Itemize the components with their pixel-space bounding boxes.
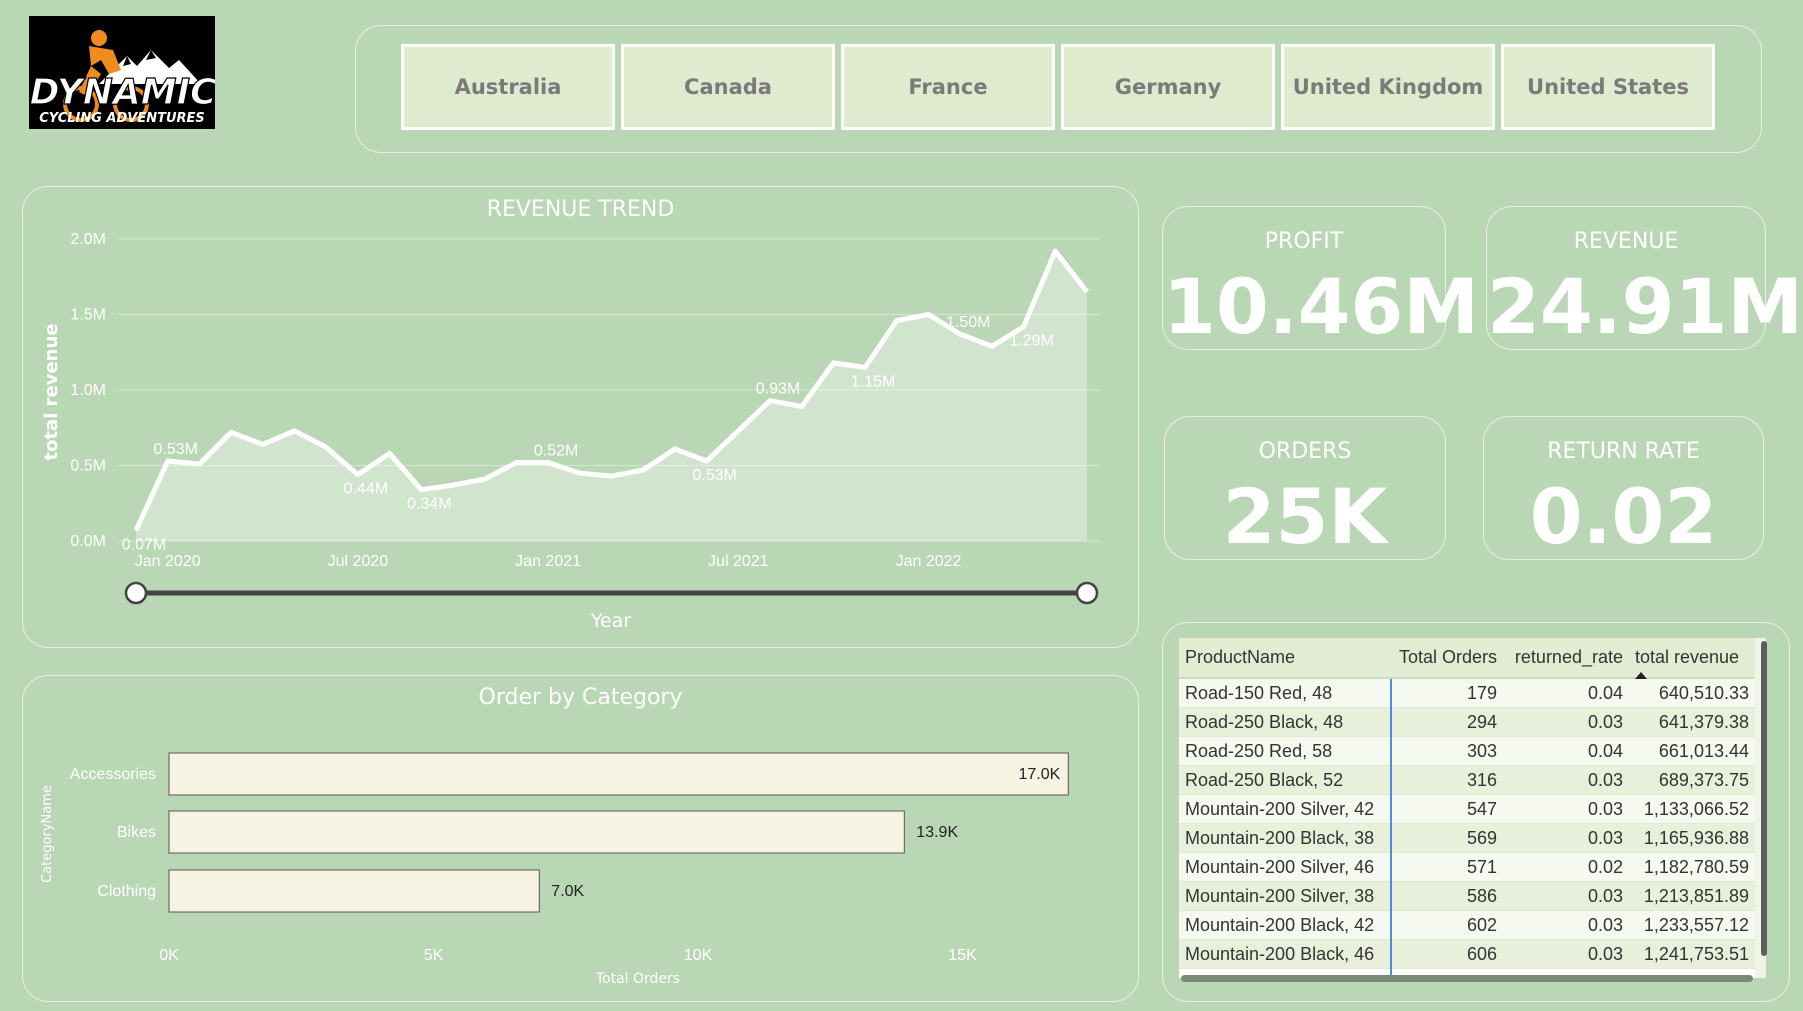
kpi-profit-label: PROFIT [1264, 229, 1344, 254]
kpi-return-rate-label: RETURN RATE [1547, 439, 1700, 464]
cell-total-orders: 316 [1391, 765, 1503, 795]
table-row[interactable]: Mountain-200 Silver, 42 547 0.03 1,133,066.… [1179, 794, 1755, 824]
cell-product-name: Road-250 Black, 52 [1179, 765, 1392, 795]
kpi-card-return-rate: RETURN RATE 0.02 [1483, 416, 1764, 561]
x-tick-label: 0K [159, 947, 179, 964]
kpi-revenue-value: 24.91M [1487, 262, 1803, 351]
cell-product-name: Mountain-200 Black, 46 [1179, 939, 1392, 969]
table-vertical-scrollbar[interactable] [1761, 641, 1767, 956]
cell-product-name: Mountain-200 Silver, 46 [1179, 852, 1392, 882]
cell-total-revenue: 661,013.44 [1629, 736, 1755, 766]
kpi-revenue-label: REVENUE [1573, 229, 1679, 254]
kpi-orders-label: ORDERS [1258, 439, 1352, 464]
column-header-returned-rate[interactable]: returned_rate [1503, 638, 1629, 679]
table-row[interactable]: Road-250 Red, 58 303 0.04 661,013.44 [1179, 736, 1755, 766]
kpi-return-rate-value: 0.02 [1529, 472, 1718, 561]
cell-total-orders: 606 [1391, 939, 1503, 969]
kpi-card-orders: ORDERS 25K [1164, 416, 1446, 561]
category-label: Bikes [117, 824, 156, 841]
bar-value-label: 17.0K [1018, 766, 1060, 783]
cell-total-revenue: 1,133,066.52 [1629, 794, 1755, 824]
cell-total-revenue: 640,510.33 [1629, 678, 1755, 708]
cell-returned-rate: 0.04 [1503, 678, 1629, 708]
bar-value-label: 7.0K [551, 883, 584, 900]
column-header-total-orders[interactable]: Total Orders [1391, 638, 1503, 679]
cell-product-name: Road-150 Red, 48 [1179, 678, 1392, 708]
kpi-orders-value: 25K [1222, 472, 1388, 561]
cell-product-name: Mountain-200 Black, 38 [1179, 823, 1392, 853]
cell-total-orders: 586 [1391, 881, 1503, 911]
cell-returned-rate: 0.03 [1503, 794, 1629, 824]
table-row[interactable]: Mountain-200 Black, 42 602 0.03 1,233,557.1… [1179, 910, 1755, 940]
table-row[interactable]: Road-150 Red, 48 179 0.04 640,510.33 [1179, 678, 1755, 708]
table-row[interactable]: Mountain-200 Silver, 46 571 0.02 1,182,780.… [1179, 852, 1755, 882]
column-header-product-name[interactable]: ProductName [1179, 638, 1391, 679]
table-horizontal-scrollbar[interactable] [1181, 975, 1753, 982]
cell-returned-rate: 0.04 [1503, 736, 1629, 766]
x-tick-label: 15K [948, 947, 977, 964]
product-table[interactable]: ProductName Total Orders returned_rate t… [1179, 638, 1766, 978]
cell-returned-rate: 0.03 [1503, 707, 1629, 737]
cell-total-revenue: 1,165,936.88 [1629, 823, 1755, 853]
cell-returned-rate: 0.02 [1503, 852, 1629, 882]
cell-returned-rate: 0.03 [1503, 910, 1629, 940]
total-orders-axis-title: Total Orders [595, 971, 680, 987]
x-tick-label: 10K [684, 947, 713, 964]
cell-total-revenue: 641,379.38 [1629, 707, 1755, 737]
category-bar[interactable] [168, 810, 905, 854]
column-header-total-revenue[interactable]: total revenue [1629, 638, 1755, 679]
category-label: Clothing [97, 883, 156, 900]
cell-product-name: Road-250 Black, 48 [1179, 707, 1392, 737]
cell-total-revenue: 1,213,851.89 [1629, 881, 1755, 911]
table-row[interactable]: Road-250 Black, 48 294 0.03 641,379.38 [1179, 707, 1755, 737]
cell-total-revenue: 1,241,753.51 [1629, 939, 1755, 969]
column-header-total-revenue-label: total revenue [1635, 647, 1740, 667]
category-bar[interactable] [168, 869, 540, 913]
table-row[interactable]: Mountain-200 Silver, 38 586 0.03 1,213,851.… [1179, 881, 1755, 911]
cell-total-orders: 547 [1391, 794, 1503, 824]
kpi-card-profit: PROFIT 10.46M [1162, 206, 1480, 351]
cell-product-name: Mountain-200 Silver, 38 [1179, 881, 1392, 911]
cell-total-orders: 303 [1391, 736, 1503, 766]
cell-total-orders: 569 [1391, 823, 1503, 853]
kpi-card-revenue: REVENUE 24.91M [1486, 206, 1803, 351]
cell-total-orders: 294 [1391, 707, 1503, 737]
cell-total-revenue: 1,182,780.59 [1629, 852, 1755, 882]
x-tick-label: 5K [424, 947, 444, 964]
cell-total-orders: 571 [1391, 852, 1503, 882]
table-row[interactable]: Mountain-200 Black, 38 569 0.03 1,165,936.8… [1179, 823, 1755, 853]
cell-returned-rate: 0.03 [1503, 939, 1629, 969]
sort-ascending-icon[interactable] [1635, 672, 1647, 679]
cell-total-orders: 179 [1391, 678, 1503, 708]
cell-product-name: Mountain-200 Black, 42 [1179, 910, 1392, 940]
cell-product-name: Mountain-200 Silver, 42 [1179, 794, 1392, 824]
cell-returned-rate: 0.03 [1503, 823, 1629, 853]
table-row[interactable]: Mountain-200 Black, 46 606 0.03 1,241,753.5… [1179, 939, 1755, 969]
cell-product-name: Road-250 Red, 58 [1179, 736, 1392, 766]
category-axis-title: CategoryName [40, 785, 55, 883]
kpi-profit-value: 10.46M [1163, 262, 1480, 351]
cell-total-revenue: 689,373.75 [1629, 765, 1755, 795]
category-bar[interactable] [168, 752, 1069, 796]
table-row[interactable]: Road-250 Black, 52 316 0.03 689,373.75 [1179, 765, 1755, 795]
cell-total-revenue: 1,233,557.12 [1629, 910, 1755, 940]
cell-returned-rate: 0.03 [1503, 765, 1629, 795]
cell-returned-rate: 0.03 [1503, 881, 1629, 911]
category-label: Accessories [70, 766, 156, 783]
bar-value-label: 13.9K [916, 824, 958, 841]
cell-total-orders: 602 [1391, 910, 1503, 940]
